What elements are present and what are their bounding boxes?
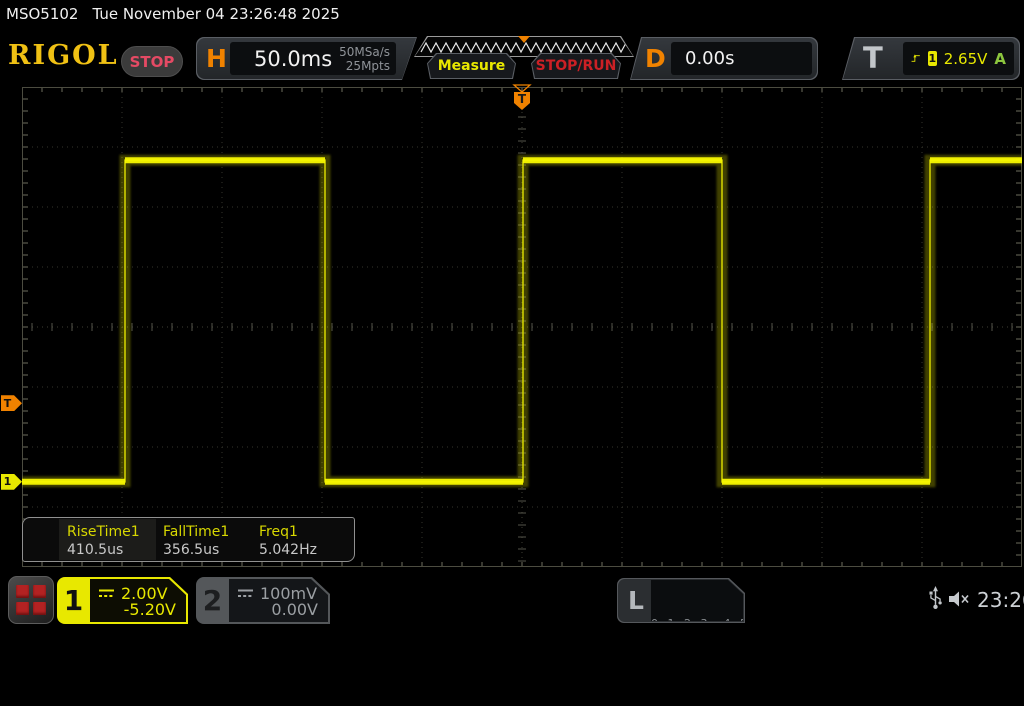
horizontal-timebase-tab[interactable]: H 50.0ms 50MSa/s 25Mpts xyxy=(196,37,417,80)
trigger-position-marker-letter: T xyxy=(518,92,527,106)
measurement-value: 5.042Hz xyxy=(259,542,317,558)
acquisition-rates: 50MSa/s 25Mpts xyxy=(339,45,390,73)
logic-analyzer-body: L 0 1 2 3 4 5 6 7 8 9 10 11 12 13 14 15 xyxy=(618,579,744,622)
timebase-value: 50.0ms xyxy=(254,46,333,71)
scope-display: T xyxy=(22,84,1022,567)
channel1-tab[interactable]: 1 2.00V -5.20V xyxy=(57,577,188,624)
acquisition-state-badge: STOP xyxy=(121,46,183,77)
stop-run-button[interactable]: STOP/RUN xyxy=(531,53,621,79)
memory-depth: 25Mpts xyxy=(345,58,390,73)
menu-grid-button[interactable] xyxy=(8,576,54,624)
digital-channel-list: 0 1 2 3 4 5 6 7 8 9 10 11 12 13 14 15 xyxy=(651,580,743,621)
measure-button-label: Measure xyxy=(437,58,506,74)
rising-edge-icon xyxy=(911,54,920,62)
channel2-number: 2 xyxy=(202,584,223,617)
digital-channels-row1: 0 1 2 3 4 5 6 7 xyxy=(651,617,783,630)
trigger-tab-body: T 1 2.65V A xyxy=(843,38,1019,79)
trigger-value-box[interactable]: 1 2.65V A xyxy=(903,42,1014,75)
measurement-label: Freq1 xyxy=(259,524,298,540)
channel1-marker-label: 1 xyxy=(3,475,12,489)
channel2-offset: 0.00V xyxy=(271,600,318,619)
stop-run-button-label: STOP/RUN xyxy=(535,58,617,74)
delay-value-box[interactable]: 0.00s xyxy=(671,42,812,75)
sample-rate: 50MSa/s xyxy=(339,44,390,59)
trigger-level-marker[interactable]: T xyxy=(1,395,22,412)
horizontal-label: H xyxy=(206,44,227,73)
speaker-muted-icon xyxy=(949,591,969,607)
timebase-value-box[interactable]: 50.0ms 50MSa/s 25Mpts xyxy=(230,42,396,75)
delay-value: 0.00s xyxy=(685,48,735,69)
model-name: MSO5102 xyxy=(6,5,79,23)
channel1-values: 2.00V -5.20V xyxy=(90,579,186,622)
channel1-number: 1 xyxy=(63,584,84,617)
channel2-values: 100mV 0.00V xyxy=(229,579,328,622)
logic-analyzer-label: L xyxy=(628,586,644,615)
dc-coupling-icon xyxy=(98,588,116,599)
measure-button[interactable]: Measure xyxy=(427,53,516,79)
channel2-tab[interactable]: 2 100mV 0.00V xyxy=(196,577,330,624)
measurement-results-panel[interactable]: RiseTime1 410.5us FallTime1 356.5us Freq… xyxy=(22,517,355,562)
usb-icon xyxy=(929,586,942,610)
logic-analyzer-tab[interactable]: L 0 1 2 3 4 5 6 7 8 9 10 11 12 13 14 15 xyxy=(617,578,745,623)
digital-channels-row2: 8 9 10 11 12 13 14 15 xyxy=(651,662,774,675)
delay-tab[interactable]: D 0.00s xyxy=(630,37,818,80)
delay-tab-body: D 0.00s xyxy=(631,38,817,79)
measurement-value: 410.5us xyxy=(67,542,124,558)
measurement-label: RiseTime1 xyxy=(67,524,140,540)
channel1-position-marker[interactable]: 1 xyxy=(1,473,22,490)
trigger-sweep-mode: A xyxy=(994,49,1006,68)
rigol-logo: RIGOL xyxy=(8,40,119,71)
trigger-level-marker-label: T xyxy=(3,396,12,410)
channel1-offset: -5.20V xyxy=(123,600,176,619)
status-bar: MSO5102 Tue November 04 23:26:48 2025 xyxy=(6,5,340,23)
trigger-level-value: 2.65V xyxy=(943,49,988,68)
measurement-label: FallTime1 xyxy=(163,524,230,540)
acquisition-state-label: STOP xyxy=(129,52,175,71)
trigger-tab[interactable]: T 1 2.65V A xyxy=(842,37,1020,80)
horizontal-tab-body: H 50.0ms 50MSa/s 25Mpts xyxy=(197,38,416,79)
trigger-label: T xyxy=(863,41,883,75)
dc-coupling-icon xyxy=(237,588,255,599)
delay-label: D xyxy=(645,44,666,73)
datetime-text: Tue November 04 23:26:48 2025 xyxy=(92,5,340,23)
trigger-source-chip: 1 xyxy=(927,51,937,66)
menu-grid-icon xyxy=(16,585,46,615)
trigger-position-marker[interactable]: T xyxy=(509,84,535,112)
preview-trigger-position-icon[interactable] xyxy=(518,36,530,43)
graticule-and-waveform xyxy=(22,87,1022,567)
clock-display: 23:26 xyxy=(977,588,1024,612)
measurement-value: 356.5us xyxy=(163,542,220,558)
